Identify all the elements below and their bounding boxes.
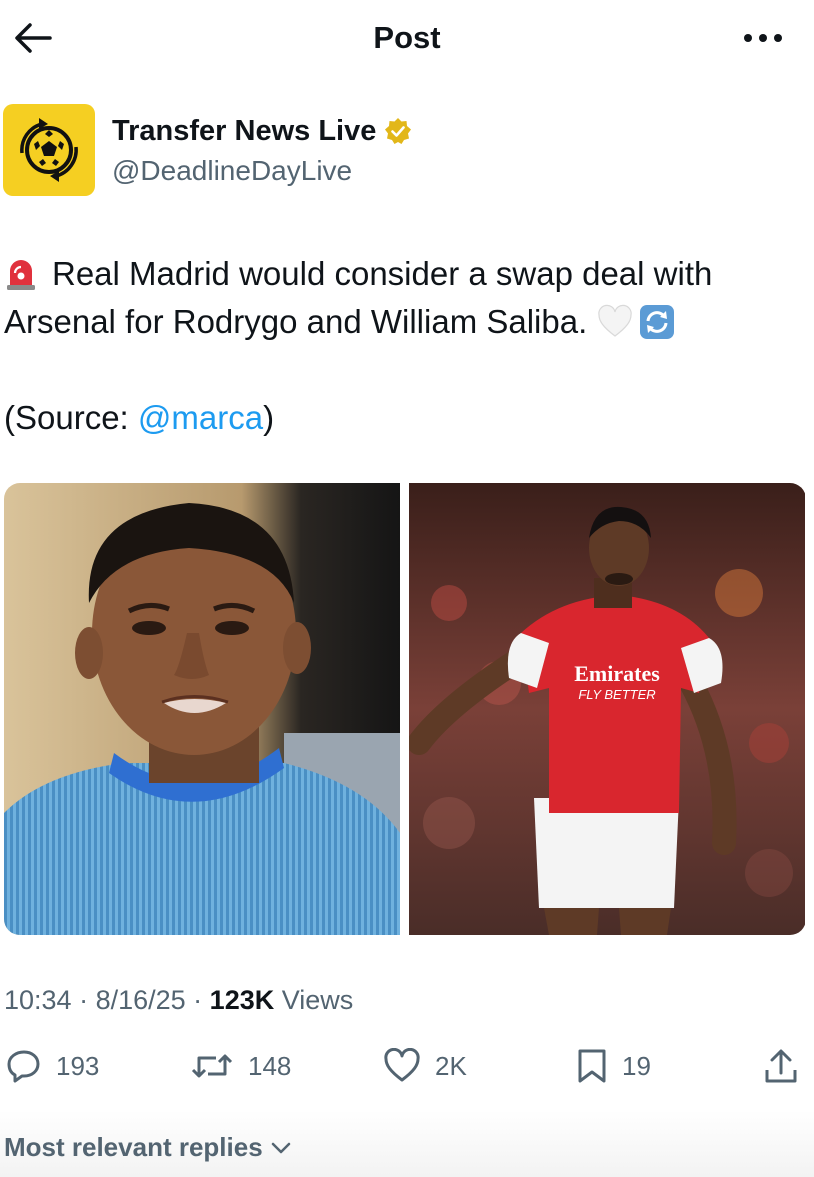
meta-separator: · <box>71 985 96 1015</box>
post-time: 10:34 <box>4 985 72 1015</box>
top-bar: Post <box>0 0 814 76</box>
source-prefix: (Source: <box>4 399 138 436</box>
more-horizontal-icon <box>744 34 782 42</box>
source-mention-link[interactable]: @marca <box>138 394 263 442</box>
more-button[interactable] <box>738 18 788 58</box>
page-title: Post <box>373 20 441 55</box>
post-date: 8/16/25 <box>95 985 186 1015</box>
bookmark-count: 19 <box>622 1050 651 1081</box>
replies-sort-dropdown[interactable]: Most relevant replies <box>4 1132 293 1163</box>
repost-icon <box>191 1054 233 1078</box>
views-count[interactable]: 123K <box>210 985 275 1015</box>
post-text-line-2: Arsenal for Rodrygo and William Saliba. <box>4 298 804 346</box>
share-button[interactable] <box>762 1048 800 1086</box>
saliba-photo[interactable]: Emirates FLY BETTER <box>409 483 806 935</box>
reply-count: 193 <box>56 1050 100 1081</box>
post-source-line: (Source: @marca) <box>4 394 804 442</box>
saliba-photo-image: Emirates FLY BETTER <box>409 483 805 935</box>
verified-badge-icon <box>385 118 412 144</box>
avatar[interactable] <box>3 104 95 196</box>
author-name[interactable]: Transfer News Live <box>112 114 376 148</box>
bookmark-button[interactable]: 19 <box>576 1048 651 1084</box>
replies-sort-label: Most relevant replies <box>4 1132 263 1162</box>
chevron-down-icon <box>271 1142 290 1153</box>
post-media: Emirates FLY BETTER <box>4 483 806 935</box>
post-author: Transfer News Live @DeadlineDayLive <box>0 100 814 200</box>
views-label: Views <box>274 985 354 1015</box>
post-text-line-2-content: Arsenal for Rodrygo and William Saliba. <box>4 303 588 340</box>
post-actions: 193 148 2K 19 <box>0 1040 814 1100</box>
shirt-sponsor-text: Emirates <box>574 661 660 686</box>
meta-separator: · <box>185 985 210 1015</box>
repost-count: 148 <box>248 1050 292 1081</box>
reply-button[interactable]: 193 <box>6 1048 99 1084</box>
shirt-slogan-text: FLY BETTER <box>578 687 655 702</box>
siren-emoji-icon <box>7 260 35 290</box>
arrows-cycle-emoji-icon <box>640 305 675 339</box>
like-button[interactable]: 2K <box>383 1048 467 1084</box>
author-name-row: Transfer News Live <box>112 114 412 148</box>
author-handle[interactable]: @DeadlineDayLive <box>112 154 352 188</box>
reply-icon <box>7 1050 40 1083</box>
share-icon <box>765 1049 797 1083</box>
post-text-line-1: Real Madrid would consider a swap deal w… <box>4 250 804 298</box>
heart-icon <box>384 1048 420 1082</box>
bookmark-icon <box>578 1049 606 1083</box>
football-logo-icon <box>20 118 78 182</box>
post-text: Real Madrid would consider a swap deal w… <box>4 250 804 442</box>
repost-button[interactable]: 148 <box>190 1048 291 1084</box>
rodrygo-photo-image <box>4 483 400 935</box>
like-count: 2K <box>435 1050 467 1081</box>
white-heart-emoji-icon <box>598 304 632 337</box>
post-text-line-1-content: Real Madrid would consider a swap deal w… <box>52 255 713 292</box>
post-meta: 10:34 · 8/16/25 · 123K Views <box>4 982 353 1018</box>
source-suffix: ) <box>263 399 275 436</box>
rodrygo-photo[interactable] <box>4 483 401 935</box>
